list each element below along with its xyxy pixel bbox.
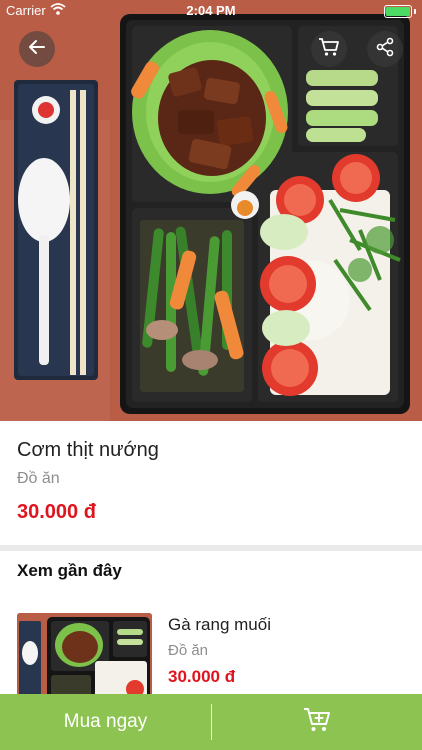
add-to-cart-icon — [303, 707, 331, 738]
buy-now-button[interactable]: Mua ngay — [0, 694, 211, 750]
product-title: Cơm thịt nướng — [17, 439, 159, 461]
product-price: 30.000 đ — [17, 501, 96, 523]
recent-item-category: Đồ ăn — [168, 642, 209, 659]
share-icon — [375, 37, 395, 62]
recent-item-name: Gà rang muối — [168, 615, 271, 634]
recent-item[interactable]: Gà rang muối Đồ ăn 30.000 đ — [0, 603, 422, 703]
recently-viewed-heading: Xem gần đây — [17, 561, 122, 580]
back-button[interactable] — [19, 31, 55, 67]
cart-icon — [318, 37, 340, 62]
battery-tip — [414, 9, 416, 14]
battery-icon — [384, 5, 412, 18]
food-box-illustration — [0, 0, 422, 421]
recently-viewed-section: Xem gần đây Gà rang muối Đồ ăn 30.000 đ — [0, 551, 422, 703]
cart-button[interactable] — [311, 31, 347, 67]
back-arrow-icon — [27, 37, 47, 62]
product-category: Đồ ăn — [17, 470, 60, 487]
product-info: Cơm thịt nướng Đồ ăn 30.000 đ — [0, 421, 422, 545]
product-detail-screen: Carrier 2:04 PM Cơm thịt nướng Đồ ăn 30.… — [0, 0, 422, 750]
status-bar: Carrier 2:04 PM — [0, 0, 422, 22]
product-photo — [0, 0, 422, 421]
bottom-action-bar: Mua ngay — [0, 694, 422, 750]
recent-item-thumbnail[interactable] — [17, 613, 152, 703]
share-button[interactable] — [367, 31, 403, 67]
add-to-cart-button[interactable] — [212, 694, 422, 750]
status-time: 2:04 PM — [186, 3, 236, 18]
recent-item-price: 30.000 đ — [168, 667, 236, 686]
